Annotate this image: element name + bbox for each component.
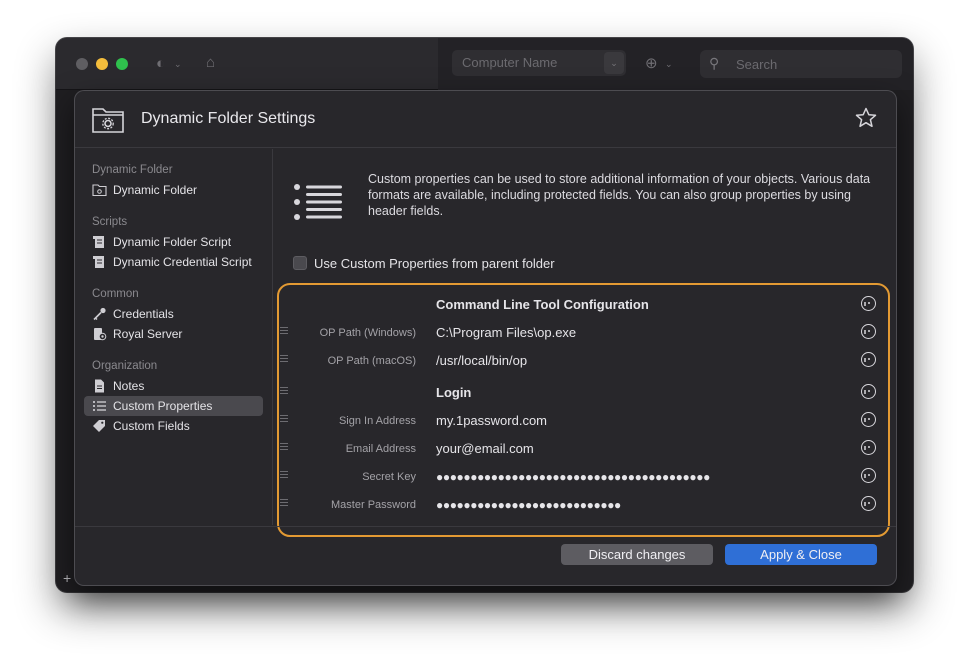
- sidebar-item-notes[interactable]: Notes: [84, 376, 263, 396]
- script-icon: [93, 256, 104, 268]
- connect-icon[interactable]: ◐: [156, 55, 165, 72]
- connect-chevron-down-icon[interactable]: ⌄: [174, 59, 182, 70]
- property-label: OP Path (Windows): [319, 327, 416, 339]
- folder-gear-icon: [92, 184, 107, 197]
- drag-handle-icon[interactable]: [280, 415, 288, 427]
- sidebar-section-common: Common: [92, 288, 139, 300]
- more-options-icon[interactable]: [861, 352, 876, 367]
- protected-property-value[interactable]: ●●●●●●●●●●●●●●●●●●●●●●●●●●●●●●●●●●●●●●●●: [436, 470, 710, 484]
- property-header-value[interactable]: Command Line Tool Configuration: [436, 297, 649, 312]
- script-icon: [93, 236, 104, 248]
- folder-gear-icon: [92, 108, 124, 133]
- drag-handle-icon[interactable]: [280, 355, 288, 367]
- sidebar-item-label: Custom Properties: [113, 399, 213, 413]
- sidebar-item-label: Credentials: [113, 307, 174, 321]
- more-options-icon[interactable]: [861, 296, 876, 311]
- property-value[interactable]: your@email.com: [436, 441, 534, 456]
- inherit-properties-checkbox[interactable]: [293, 256, 307, 270]
- search-input[interactable]: ⚲ Search: [700, 50, 902, 78]
- property-row[interactable]: OP Path (macOS) /usr/local/bin/op: [279, 347, 888, 375]
- more-options-icon[interactable]: [861, 496, 876, 511]
- property-row[interactable]: Command Line Tool Configuration: [279, 291, 888, 319]
- property-value[interactable]: /usr/local/bin/op: [436, 353, 527, 368]
- window-close-button[interactable]: [76, 58, 88, 70]
- sidebar-item-dynamic-credential-script[interactable]: Dynamic Credential Script: [84, 252, 263, 272]
- computer-name-dropdown-icon[interactable]: ⌄: [604, 52, 624, 74]
- computer-name-placeholder: Computer Name: [462, 55, 558, 70]
- search-icon: ⚲: [709, 55, 720, 71]
- settings-sidebar: Dynamic Folder Dynamic Folder Scripts Dy…: [75, 149, 273, 525]
- property-row[interactable]: Master Password ●●●●●●●●●●●●●●●●●●●●●●●●…: [279, 491, 888, 519]
- dialog-footer: Discard changes Apply & Close: [75, 526, 896, 585]
- property-label: Master Password: [331, 499, 416, 511]
- property-label: OP Path (macOS): [327, 355, 416, 367]
- sidebar-item-label: Dynamic Folder: [113, 183, 198, 197]
- property-label: Secret Key: [362, 471, 416, 483]
- sidebar-item-label: Royal Server: [113, 327, 183, 341]
- custom-properties-list: Command Line Tool Configuration OP Path …: [277, 283, 890, 537]
- search-placeholder: Search: [736, 57, 778, 72]
- server-icon: [94, 328, 107, 341]
- property-label: Email Address: [345, 443, 416, 455]
- add-chevron-down-icon[interactable]: ⌄: [665, 59, 673, 70]
- property-row[interactable]: Sign In Address my.1password.com: [279, 407, 888, 435]
- sidebar-item-credentials[interactable]: Credentials: [84, 304, 263, 324]
- custom-properties-pane: Custom properties can be used to store a…: [274, 149, 896, 537]
- add-circle-icon[interactable]: ⊕: [645, 54, 658, 72]
- apply-close-button[interactable]: Apply & Close: [725, 544, 877, 565]
- custom-properties-description: Custom properties can be used to store a…: [368, 172, 871, 218]
- sidebar-section-dynamic-folder: Dynamic Folder: [92, 164, 173, 176]
- sidebar-item-label: Custom Fields: [113, 419, 190, 433]
- inherit-properties-label[interactable]: Use Custom Properties from parent folder: [314, 256, 555, 271]
- property-value[interactable]: my.1password.com: [436, 413, 547, 428]
- sidebar-item-label: Dynamic Credential Script: [113, 255, 252, 269]
- drag-handle-icon[interactable]: [280, 443, 288, 455]
- home-icon[interactable]: ⌂: [206, 54, 215, 71]
- sidebar-item-royal-server[interactable]: Royal Server: [84, 324, 263, 344]
- sidebar-item-dynamic-folder[interactable]: Dynamic Folder: [84, 180, 263, 200]
- drag-handle-icon[interactable]: [280, 499, 288, 511]
- sidebar-item-custom-properties[interactable]: Custom Properties: [84, 396, 263, 416]
- drag-handle-icon[interactable]: [280, 327, 288, 339]
- more-options-icon[interactable]: [861, 412, 876, 427]
- dynamic-folder-settings-dialog: Dynamic Folder Settings Dynamic Folder D…: [75, 91, 896, 585]
- sidebar-item-custom-fields[interactable]: Custom Fields: [84, 416, 263, 436]
- tag-icon: [93, 420, 105, 432]
- custom-properties-list-icon: [294, 184, 342, 220]
- drag-handle-icon[interactable]: [280, 387, 288, 399]
- sidebar-section-scripts: Scripts: [92, 216, 128, 228]
- protected-property-value[interactable]: ●●●●●●●●●●●●●●●●●●●●●●●●●●●: [436, 498, 621, 512]
- sidebar-section-organization: Organization: [92, 360, 158, 372]
- property-label: Sign In Address: [338, 415, 416, 427]
- window-zoom-button[interactable]: [116, 58, 128, 70]
- dialog-title: Dynamic Folder Settings: [141, 110, 316, 127]
- property-row[interactable]: OP Path (Windows) C:\Program Files\op.ex…: [279, 319, 888, 347]
- screenshot-stage: ◐ ⌄ ⌂ Computer Name ⌄ ⊕ ⌄ ⚲ Search + Dyn…: [0, 0, 969, 667]
- window-minimize-button[interactable]: [96, 58, 108, 70]
- dialog-header: Dynamic Folder Settings: [75, 91, 896, 148]
- key-icon: [93, 307, 106, 321]
- sidebar-item-label: Notes: [113, 379, 145, 393]
- more-options-icon[interactable]: [861, 468, 876, 483]
- add-item-button[interactable]: +: [56, 570, 76, 590]
- property-header-value[interactable]: Login: [436, 385, 471, 400]
- sidebar-item-dynamic-folder-script[interactable]: Dynamic Folder Script: [84, 232, 263, 252]
- more-options-icon[interactable]: [861, 324, 876, 339]
- property-row[interactable]: Login: [279, 379, 888, 407]
- note-icon: [95, 379, 104, 393]
- list-icon: [93, 401, 106, 411]
- more-options-icon[interactable]: [861, 440, 876, 455]
- more-options-icon[interactable]: [861, 384, 876, 399]
- computer-name-input[interactable]: Computer Name: [452, 50, 626, 76]
- drag-handle-icon[interactable]: [280, 471, 288, 483]
- drag-handle-icon[interactable]: [280, 299, 288, 311]
- sidebar-item-label: Dynamic Folder Script: [113, 235, 232, 249]
- property-row[interactable]: Secret Key ●●●●●●●●●●●●●●●●●●●●●●●●●●●●●…: [279, 463, 888, 491]
- property-value[interactable]: C:\Program Files\op.exe: [436, 325, 576, 340]
- favorite-star-icon[interactable]: [854, 106, 878, 130]
- discard-changes-button[interactable]: Discard changes: [561, 544, 713, 565]
- property-row[interactable]: Email Address your@email.com: [279, 435, 888, 463]
